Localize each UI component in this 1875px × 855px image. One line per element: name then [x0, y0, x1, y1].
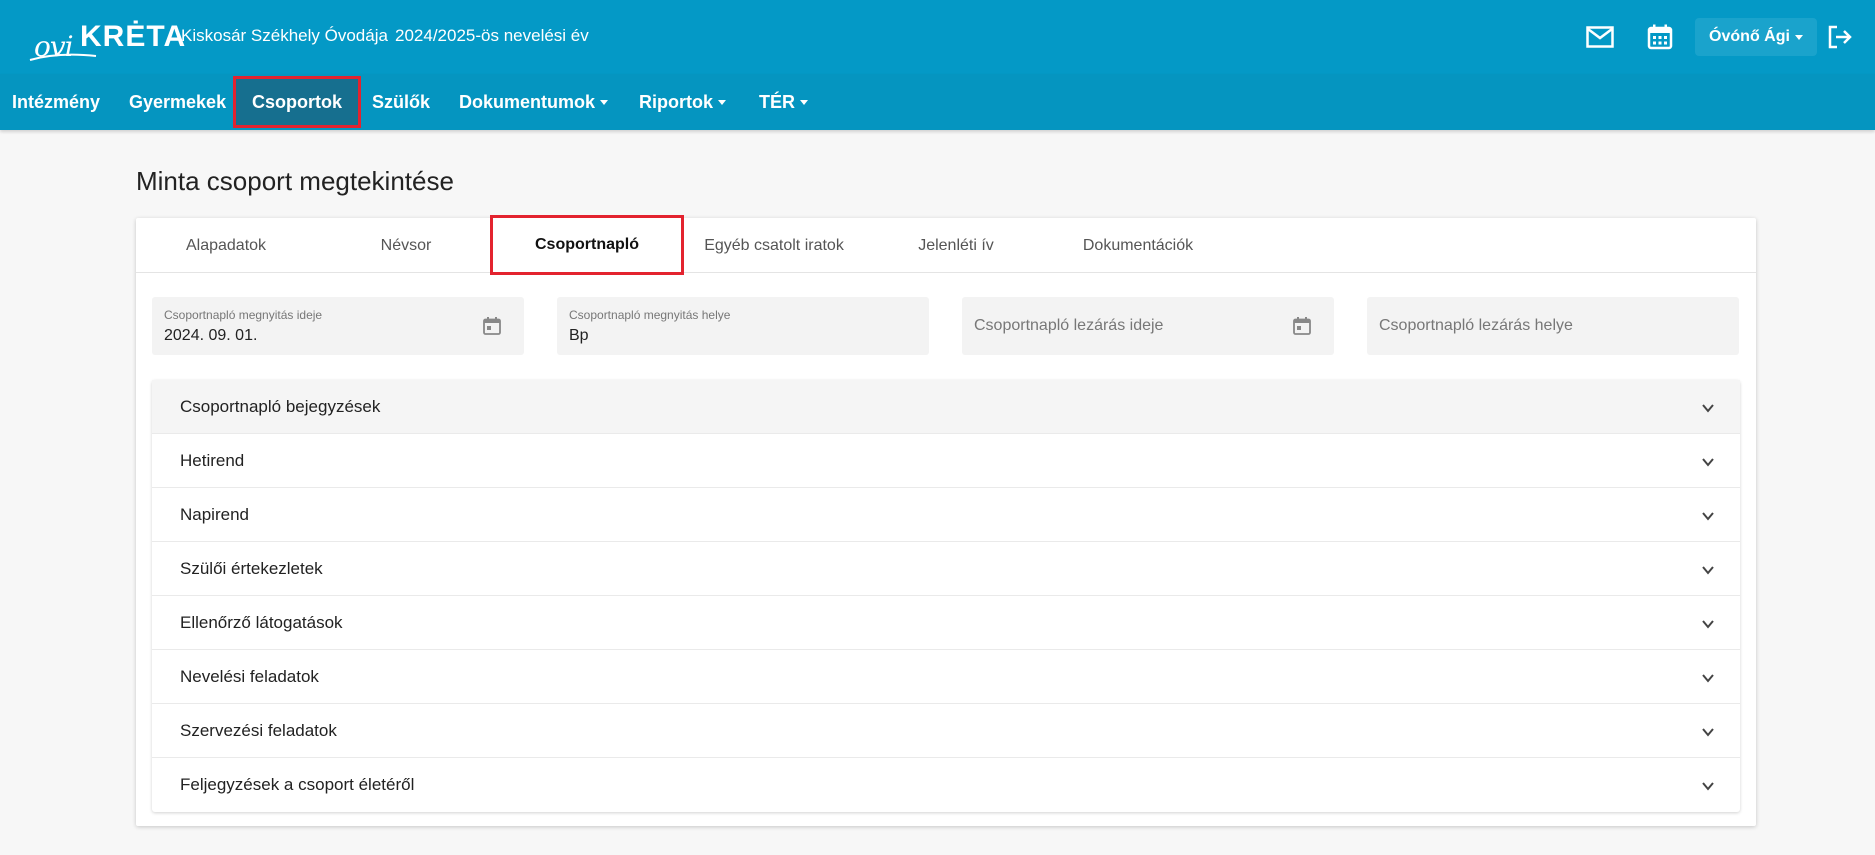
- accordion-item-ellenorzo-latogatasok[interactable]: Ellenőrző látogatások: [152, 596, 1740, 650]
- mail-icon[interactable]: [1585, 22, 1615, 52]
- user-name: Óvónő Ági: [1709, 28, 1790, 45]
- chevron-down-icon: [718, 99, 726, 105]
- close-date-field[interactable]: Csoportnapló lezárás ideje: [962, 297, 1334, 355]
- calendar-icon[interactable]: [1645, 22, 1675, 52]
- tab-label: Alapadatok: [185, 236, 267, 254]
- logout-icon[interactable]: [1825, 22, 1855, 52]
- open-place-value: Bp: [569, 327, 589, 344]
- nav-item-szulok[interactable]: Szülők: [372, 74, 430, 130]
- page-title: Minta csoport megtekintése: [136, 166, 454, 196]
- close-place-placeholder: Csoportnapló lezárás helye: [1379, 317, 1573, 334]
- accordion-item-label: Hetirend: [180, 450, 245, 470]
- chevron-down-icon: [1702, 620, 1714, 629]
- group-card: Alapadatok Névsor Csoportnapló Egyéb csa…: [136, 215, 1756, 826]
- chevron-down-icon: [600, 99, 609, 105]
- nav-item-label: Riportok: [639, 91, 713, 112]
- accordion-item-label: Szülői értekezletek: [180, 558, 323, 578]
- journal-accordion: Csoportnapló bejegyzések Hetirend Napire…: [152, 380, 1740, 812]
- chevron-down-icon: [1702, 782, 1714, 791]
- tab-bar: Alapadatok Névsor Csoportnapló Egyéb csa…: [136, 215, 1756, 275]
- logo-swoosh-icon: [29, 53, 97, 61]
- accordion-item-label: Feljegyzések a csoport életéről: [180, 775, 415, 794]
- top-bar: ovi KRĖTA Kiskosár Székhely Óvodája 2024…: [0, 0, 1875, 74]
- accordion-item-hetirend[interactable]: Hetirend: [152, 434, 1740, 488]
- nav-item-label: TÉR: [759, 91, 795, 112]
- nav-item-dokumentumok[interactable]: Dokumentumok: [459, 74, 609, 130]
- nav-item-riportok[interactable]: Riportok: [639, 74, 726, 130]
- close-date-placeholder: Csoportnapló lezárás ideje: [974, 317, 1164, 334]
- school-name: Kiskosár Székhely Óvodája: [181, 26, 388, 45]
- open-date-label: Csoportnapló megnyitás ideje: [164, 308, 323, 322]
- tab-dokumentaciok[interactable]: Dokumentációk: [1048, 218, 1228, 273]
- user-menu-button[interactable]: Óvónő Ági: [1695, 18, 1817, 56]
- nav-item-intezmeny[interactable]: Intézmény: [12, 74, 100, 130]
- accordion-item-label: Szervezési feladatok: [180, 720, 337, 740]
- nav-item-ter[interactable]: TÉR: [759, 74, 808, 130]
- accordion-item-szervezesi-feladatok[interactable]: Szervezési feladatok: [152, 704, 1740, 758]
- accordion-item-nevelesi-feladatok[interactable]: Nevelési feladatok: [152, 650, 1740, 704]
- accordion-item-label: Napirend: [180, 504, 249, 524]
- nav-item-gyermekek[interactable]: Gyermekek: [129, 74, 226, 130]
- accordion-item-feljegyzesek[interactable]: Feljegyzések a csoport életéről: [152, 758, 1740, 812]
- open-date-field[interactable]: Csoportnapló megnyitás ideje 2024. 09. 0…: [152, 297, 524, 355]
- accordion-item-label: Nevelési feladatok: [180, 666, 319, 686]
- chevron-down-icon: [1794, 34, 1803, 40]
- accordion-item-szuloi-ertekezletek[interactable]: Szülői értekezletek: [152, 542, 1740, 596]
- tab-label: Egyéb csatolt iratok: [704, 236, 844, 254]
- main-nav: Intézmény Gyermekek Csoportok Szülők Dok…: [0, 74, 1875, 130]
- school-year: 2024/2025-ös nevelési év: [395, 26, 589, 45]
- accordion-item-csoportnaplo-bejegyzesek[interactable]: Csoportnapló bejegyzések: [152, 380, 1740, 434]
- accordion-item-label: Ellenőrző látogatások: [180, 612, 343, 632]
- nav-item-label: Szülők: [372, 91, 431, 112]
- open-date-value: 2024. 09. 01.: [164, 327, 258, 344]
- tab-nevsor[interactable]: Névsor: [316, 218, 496, 273]
- calendar-icon[interactable]: [482, 316, 502, 336]
- chevron-down-icon: [1702, 566, 1714, 575]
- tab-csoportnaplo[interactable]: Csoportnapló: [490, 215, 684, 275]
- open-place-label: Csoportnapló megnyitás helye: [569, 308, 731, 322]
- tab-label: Dokumentációk: [1082, 236, 1194, 254]
- accordion-item-napirend[interactable]: Napirend: [152, 488, 1740, 542]
- tab-alapadatok[interactable]: Alapadatok: [136, 218, 316, 273]
- nav-item-label: Gyermekek: [129, 91, 227, 112]
- chevron-down-icon: [1702, 512, 1714, 521]
- tab-label: Csoportnapló: [535, 236, 639, 253]
- calendar-icon[interactable]: [1292, 316, 1312, 336]
- close-place-field[interactable]: Csoportnapló lezárás helye: [1367, 297, 1739, 355]
- chevron-down-icon: [1702, 674, 1714, 683]
- tab-label: Jelenléti ív: [918, 236, 994, 254]
- ovikreta-logo[interactable]: ovi KRĖTA: [28, 12, 185, 63]
- nav-item-label: Dokumentumok: [459, 91, 596, 112]
- chevron-down-icon: [1702, 458, 1714, 467]
- chevron-down-icon: [1702, 404, 1714, 413]
- nav-item-label: Csoportok: [252, 91, 342, 112]
- tab-jelenleti-iv[interactable]: Jelenléti ív: [866, 218, 1046, 273]
- chevron-down-icon: [1702, 728, 1714, 737]
- nav-item-csoportok[interactable]: Csoportok: [233, 76, 361, 128]
- tab-label: Névsor: [380, 236, 432, 254]
- chevron-down-icon: [800, 99, 808, 105]
- open-place-field[interactable]: Csoportnapló megnyitás helye Bp: [557, 297, 929, 355]
- nav-item-label: Intézmény: [12, 91, 101, 112]
- tab-egyeb-csatolt-iratok[interactable]: Egyéb csatolt iratok: [684, 218, 864, 273]
- accordion-item-label: Csoportnapló bejegyzések: [180, 396, 381, 416]
